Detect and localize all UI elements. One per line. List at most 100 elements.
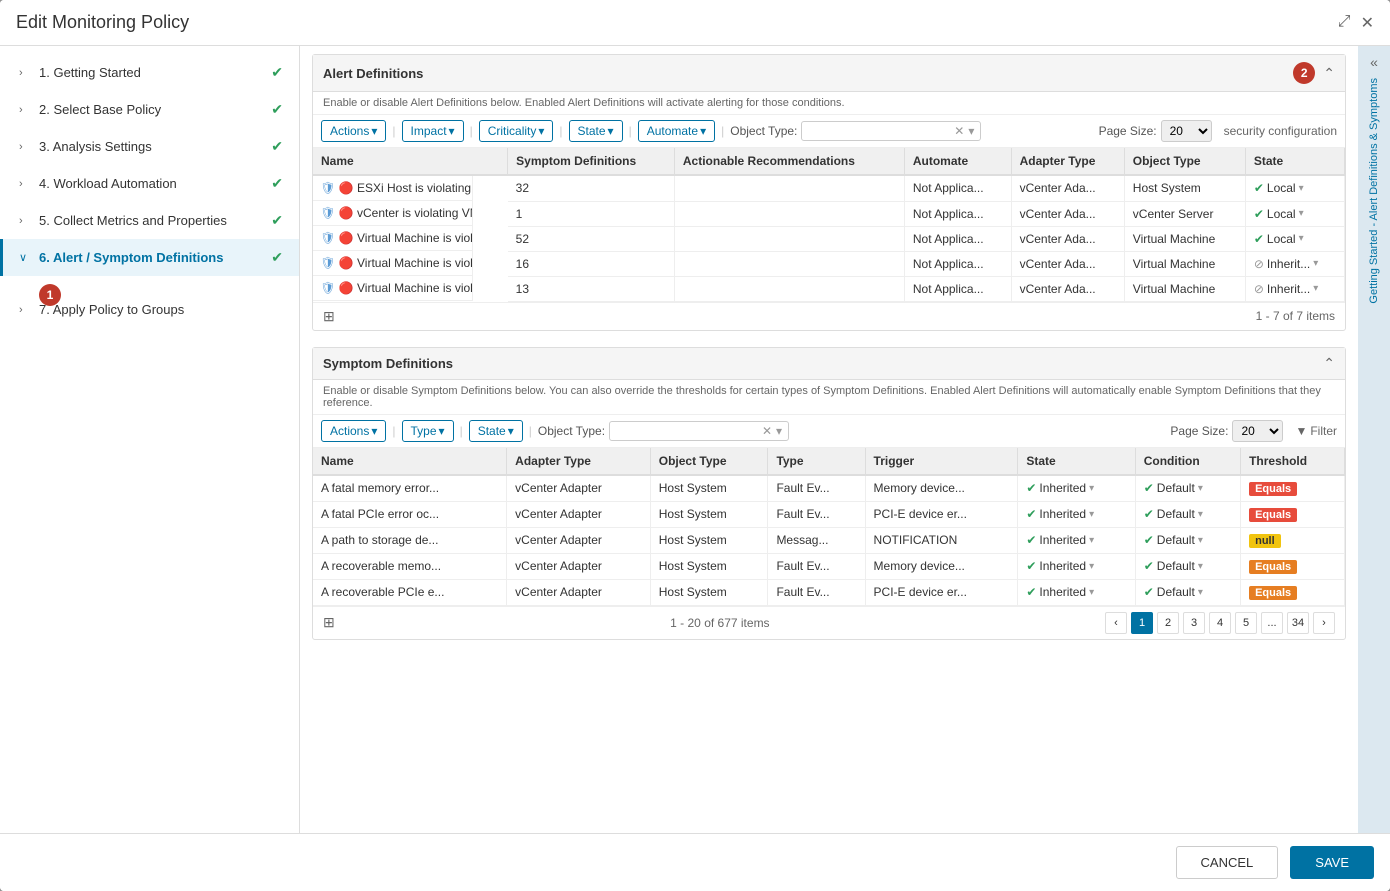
- prev-page-btn[interactable]: ‹: [1105, 612, 1127, 634]
- object-type-input[interactable]: [808, 124, 950, 138]
- check-icon: ✔: [1144, 585, 1154, 599]
- chevron-down-icon[interactable]: ▾: [1089, 509, 1094, 520]
- automate-dropdown[interactable]: Automate ▾: [638, 120, 715, 142]
- automate-cell: Not Applica...: [904, 276, 1011, 301]
- shield-icon: 🛡: [321, 206, 335, 220]
- sym-state-dropdown[interactable]: State ▾: [469, 420, 523, 442]
- object-type-cell: vCenter Server: [1124, 201, 1245, 226]
- security-config-label: security configuration: [1224, 124, 1337, 138]
- sym-page-size-label: Page Size:: [1170, 424, 1228, 438]
- sym-threshold-cell: Equals: [1241, 501, 1345, 527]
- chevron-down-icon[interactable]: ▾: [1089, 587, 1094, 598]
- chevron-down-icon[interactable]: ▾: [1089, 535, 1094, 546]
- sidebar-item-collect-metrics[interactable]: › 5. Collect Metrics and Properties ✔: [0, 202, 299, 239]
- maximize-icon[interactable]: ⤢: [1338, 13, 1351, 33]
- chevron-down-icon[interactable]: ▾: [968, 124, 974, 138]
- threshold-badge: Equals: [1249, 508, 1297, 522]
- table-row: 🛡 🔴 ESXi Host is violating V... 32 Not A…: [313, 175, 1345, 201]
- filter-icon-btn[interactable]: ▼ Filter: [1295, 424, 1337, 438]
- sidebar-item-workload-automation[interactable]: › 4. Workload Automation ✔: [0, 165, 299, 202]
- sidebar-item-getting-started[interactable]: › 1. Getting Started ✔: [0, 54, 299, 91]
- criticality-dropdown[interactable]: Criticality ▾: [479, 120, 554, 142]
- check-icon: ✔: [271, 175, 283, 192]
- chevron-down-icon[interactable]: ▾: [1198, 561, 1203, 572]
- sym-condition-cell: ✔ Default ▾: [1135, 579, 1240, 605]
- expand-icon[interactable]: ⊞: [323, 614, 335, 631]
- shield-icon: 🛡: [321, 231, 335, 245]
- close-icon[interactable]: ✕: [1361, 13, 1374, 33]
- sym-type-cell: Messag...: [768, 527, 865, 553]
- sidebar-item-label: 2. Select Base Policy: [39, 102, 271, 117]
- page-1-btn[interactable]: 1: [1131, 612, 1153, 634]
- right-rail-label: Getting Started - Alert Definitions & Sy…: [1368, 78, 1380, 304]
- clear-icon[interactable]: ✕: [954, 124, 964, 138]
- sym-object-type-field[interactable]: ✕ ▾: [609, 421, 789, 441]
- object-type-cell: Virtual Machine: [1124, 251, 1245, 276]
- alert-name-cell: 🛡 🔴 Virtual Machine is violat...: [313, 276, 473, 301]
- chevron-down-icon[interactable]: ▾: [1198, 587, 1203, 598]
- state-dropdown[interactable]: State ▾: [569, 120, 623, 142]
- col-sym-condition: Condition: [1135, 448, 1240, 475]
- expand-icon[interactable]: ⊞: [323, 308, 335, 325]
- object-type-field[interactable]: ✕ ▾: [801, 121, 981, 141]
- sym-actions-dropdown[interactable]: Actions ▾: [321, 420, 386, 442]
- sym-page-size-group: Page Size: 20 50 100: [1170, 420, 1283, 442]
- collapse-rail-icon[interactable]: «: [1370, 54, 1378, 70]
- sym-object-cell: Host System: [650, 501, 768, 527]
- table-row: 🛡 🔴 Virtual Machine is violat... 52 Not …: [313, 226, 1345, 251]
- object-type-label: Object Type:: [730, 124, 797, 138]
- sym-type-dropdown[interactable]: Type ▾: [402, 420, 454, 442]
- chevron-down-icon[interactable]: ▾: [1089, 483, 1094, 494]
- chevron-down-icon[interactable]: ▾: [1313, 283, 1318, 294]
- alert-definitions-section: Alert Definitions 2 ⌃ Enable or disable …: [312, 54, 1346, 331]
- state-cell: ⊘ Inherit... ▾: [1245, 276, 1344, 301]
- save-button[interactable]: SAVE: [1290, 846, 1374, 879]
- chevron-down-icon[interactable]: ▾: [1198, 509, 1203, 520]
- collapse-symptom-btn[interactable]: ⌃: [1323, 355, 1335, 372]
- chevron-down-icon[interactable]: ▾: [1299, 183, 1304, 194]
- symptom-table-header-row: Name Adapter Type Object Type Type Trigg…: [313, 448, 1345, 475]
- check-icon: ✔: [1026, 585, 1036, 599]
- sidebar-item-alert-symptom[interactable]: ∨ 6. Alert / Symptom Definitions ✔ 1: [0, 239, 299, 276]
- sym-adapter-cell: vCenter Adapter: [507, 501, 651, 527]
- chevron-down-icon[interactable]: ▾: [1299, 208, 1304, 219]
- sym-page-size-select[interactable]: 20 50 100: [1232, 420, 1283, 442]
- sidebar-item-select-base-policy[interactable]: › 2. Select Base Policy ✔: [0, 91, 299, 128]
- clear-icon[interactable]: ✕: [762, 424, 772, 438]
- check-icon: ✔: [1026, 559, 1036, 573]
- page-5-btn[interactable]: 5: [1235, 612, 1257, 634]
- sym-trigger-cell: PCI-E device er...: [865, 501, 1018, 527]
- sidebar-item-analysis-settings[interactable]: › 3. Analysis Settings ✔: [0, 128, 299, 165]
- chevron-down-icon[interactable]: ▾: [1198, 483, 1203, 494]
- sidebar-item-label: 6. Alert / Symptom Definitions: [39, 250, 271, 265]
- col-sym-trigger: Trigger: [865, 448, 1018, 475]
- page-3-btn[interactable]: 3: [1183, 612, 1205, 634]
- sym-object-type-input[interactable]: [616, 424, 758, 438]
- next-page-btn[interactable]: ›: [1313, 612, 1335, 634]
- right-rail[interactable]: « Getting Started - Alert Definitions & …: [1358, 46, 1390, 833]
- collapse-alert-btn[interactable]: ⌃: [1323, 65, 1335, 82]
- filter-icon: ▼: [1295, 424, 1307, 438]
- chevron-down-icon[interactable]: ▾: [776, 424, 782, 438]
- actions-dropdown[interactable]: Actions ▾: [321, 120, 386, 142]
- table-row: 🛡 🔴 Virtual Machine is violat... 16 Not …: [313, 251, 1345, 276]
- col-symptom-defs: Symptom Definitions: [508, 148, 675, 175]
- check-icon: ✔: [1026, 481, 1036, 495]
- impact-dropdown[interactable]: Impact ▾: [402, 120, 464, 142]
- adapter-type-cell: vCenter Ada...: [1011, 251, 1124, 276]
- chevron-down-icon[interactable]: ▾: [1313, 258, 1318, 269]
- page-size-select[interactable]: 20 50 100: [1161, 120, 1212, 142]
- state-cell: ✔ Local ▾: [1245, 226, 1344, 251]
- page-34-btn[interactable]: 34: [1287, 612, 1309, 634]
- page-2-btn[interactable]: 2: [1157, 612, 1179, 634]
- main-content: Alert Definitions 2 ⌃ Enable or disable …: [300, 46, 1358, 833]
- chevron-down-icon[interactable]: ▾: [1299, 233, 1304, 244]
- page-4-btn[interactable]: 4: [1209, 612, 1231, 634]
- chevron-down-icon[interactable]: ▾: [1198, 535, 1203, 546]
- chevron-down-icon[interactable]: ▾: [1089, 561, 1094, 572]
- sym-name-cell: A path to storage de...: [313, 527, 507, 553]
- adapter-type-cell: vCenter Ada...: [1011, 226, 1124, 251]
- chevron-down-icon: ▾: [371, 424, 377, 438]
- cancel-button[interactable]: CANCEL: [1176, 846, 1279, 879]
- alert-icon: 🔴: [339, 281, 353, 295]
